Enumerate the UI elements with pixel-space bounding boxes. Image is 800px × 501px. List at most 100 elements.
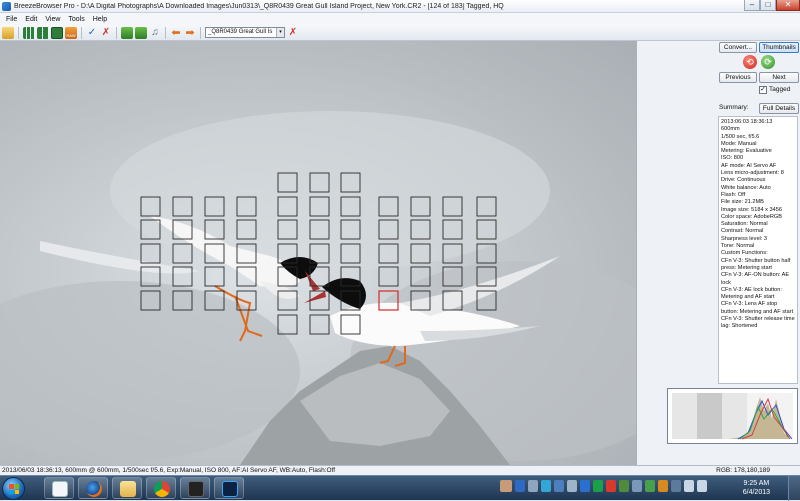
tray-icon[interactable]	[554, 480, 564, 492]
volume-icon[interactable]	[697, 480, 707, 492]
exif-line: CFn V-3: AF-ON button: AE lock	[721, 272, 790, 286]
status-text: 2013/06/03 18:36:13, 600mm @ 600mm, 1/50…	[2, 467, 336, 474]
prev-arrow-icon[interactable]: ⬅	[170, 27, 182, 39]
tray-icon[interactable]	[528, 480, 538, 492]
af-point	[140, 243, 161, 264]
photo-canvas	[0, 111, 636, 465]
toolbar-separator	[165, 26, 166, 39]
tray-icon[interactable]	[593, 480, 603, 492]
rotate-right-icon[interactable]: ⟳	[761, 55, 775, 69]
exif-line: File size: 21.2MB	[721, 199, 764, 206]
clock[interactable]: 9:25 AM 6/4/2013	[743, 479, 770, 497]
taskbar-breezebrowser[interactable]	[180, 477, 210, 499]
exif-line: CFn V-3: AE lock button: Metering and AF…	[721, 286, 782, 301]
tray-icon[interactable]	[515, 480, 525, 492]
tray-icon[interactable]	[619, 480, 629, 492]
tag-check-icon[interactable]: ✓	[86, 27, 98, 39]
open-folder-icon[interactable]	[2, 26, 14, 39]
tray-icon[interactable]	[645, 480, 655, 492]
close-button[interactable]: ✕	[776, 0, 800, 11]
histogram-plot	[668, 389, 797, 443]
image-left-icon[interactable]	[121, 26, 133, 39]
chevron-down-icon[interactable]: ▾	[276, 28, 284, 37]
exif-line: 1/500 sec, f/5.6	[721, 133, 760, 140]
menu-bar: File Edit View Tools Help	[0, 13, 800, 25]
menu-edit[interactable]: Edit	[21, 16, 41, 23]
taskbar-file[interactable]	[44, 477, 74, 499]
toolbar: RAW ✓ ✗ ♫ ⬅ ➡ _Q8R0439 Great Gull Is ▾ ✗	[0, 25, 800, 41]
previous-button[interactable]: Previous	[719, 72, 757, 83]
exif-line: Flash: Off	[721, 191, 746, 198]
file-icon	[52, 481, 68, 497]
system-tray	[500, 480, 707, 496]
taskbar-firefox[interactable]	[78, 477, 108, 499]
tagged-checkbox[interactable]: ✓	[759, 86, 767, 94]
tray-icon[interactable]	[580, 480, 590, 492]
exif-summary: 2013:06:03 18:36:13 600mm 1/500 sec, f/5.6…	[718, 116, 798, 384]
photoshop-icon	[222, 481, 238, 497]
side-panel: Convert... Thumbnails ⟲ ⟳ Previous Next …	[636, 41, 800, 465]
tray-icon[interactable]	[541, 480, 551, 492]
menu-help[interactable]: Help	[89, 16, 111, 23]
music-icon[interactable]: ♫	[149, 27, 161, 39]
exif-line: CFn V-3: Shutter button half press: Mete…	[721, 257, 791, 271]
tray-icon[interactable]	[658, 480, 668, 492]
tray-icon[interactable]	[567, 480, 577, 492]
network-icon[interactable]	[684, 480, 694, 492]
file-select[interactable]: _Q8R0439 Great Gull Is ▾	[205, 27, 285, 38]
exif-line: White balance: Auto	[721, 184, 771, 191]
show-desktop-button[interactable]	[788, 476, 800, 501]
menu-file[interactable]: File	[2, 16, 21, 23]
exif-line: Tone: Normal	[721, 243, 755, 250]
exif-line: CFn V-3: Lens AF stop button: Metering a…	[721, 301, 794, 315]
convert-button[interactable]: Convert...	[719, 42, 757, 53]
untag-icon[interactable]: ✗	[100, 27, 112, 39]
next-button[interactable]: Next	[759, 72, 799, 83]
firefox-icon	[86, 481, 102, 497]
menu-tools[interactable]: Tools	[64, 16, 88, 23]
image-right-icon[interactable]	[135, 26, 147, 39]
folder-icon	[120, 481, 136, 497]
window-controls: – □ ✕	[744, 0, 800, 12]
summary-label: Summary:	[719, 104, 749, 111]
menu-view[interactable]: View	[41, 16, 64, 23]
start-button[interactable]	[2, 477, 25, 500]
tray-icon[interactable]	[671, 480, 681, 492]
toolbar-separator	[18, 26, 19, 39]
exif-line: Saturation: Normal	[721, 221, 768, 228]
taskbar-photoshop[interactable]	[214, 477, 244, 499]
image-view[interactable]	[0, 41, 636, 465]
camera-icon	[188, 481, 204, 497]
thumbnails-button[interactable]: Thumbnails	[759, 42, 799, 53]
af-point	[378, 266, 399, 287]
exif-line: Drive: Continuous	[721, 177, 766, 184]
taskbar-chrome[interactable]	[146, 477, 176, 499]
raw-icon-label: RAW	[66, 32, 76, 38]
clock-date: 6/4/2013	[742, 489, 770, 496]
next-arrow-icon[interactable]: ➡	[184, 27, 196, 39]
toolbar-separator	[200, 26, 201, 39]
large-thumbnails-icon[interactable]	[37, 26, 49, 39]
exif-line: Mode: Manual	[721, 140, 757, 147]
af-point	[309, 314, 330, 335]
single-image-icon[interactable]	[51, 26, 63, 39]
exif-line: ISO: 800	[721, 155, 744, 162]
exif-line: Custom Functions:	[721, 250, 768, 257]
taskbar-explorer[interactable]	[112, 477, 142, 499]
raw-icon[interactable]: RAW	[65, 26, 77, 39]
exif-line: AF mode: AI Servo AF	[721, 162, 777, 169]
maximize-button[interactable]: □	[760, 0, 776, 11]
toolbar-separator	[81, 26, 82, 39]
full-details-button[interactable]: Full Details	[759, 103, 799, 114]
windows-logo-icon	[9, 484, 19, 494]
tray-icon[interactable]	[606, 480, 616, 492]
tray-icon[interactable]	[632, 480, 642, 492]
delete-icon[interactable]: ✗	[287, 27, 299, 39]
exif-line: 2013:06:03 18:36:13	[721, 119, 773, 125]
user-icon[interactable]	[500, 480, 512, 492]
minimize-button[interactable]: –	[744, 0, 760, 11]
exif-line: Sharpness level: 3	[721, 235, 768, 242]
rotate-left-icon[interactable]: ⟲	[743, 55, 757, 69]
thumbnails-grid-icon[interactable]	[23, 26, 35, 39]
file-select-value: _Q8R0439 Great Gull Is	[208, 29, 273, 35]
